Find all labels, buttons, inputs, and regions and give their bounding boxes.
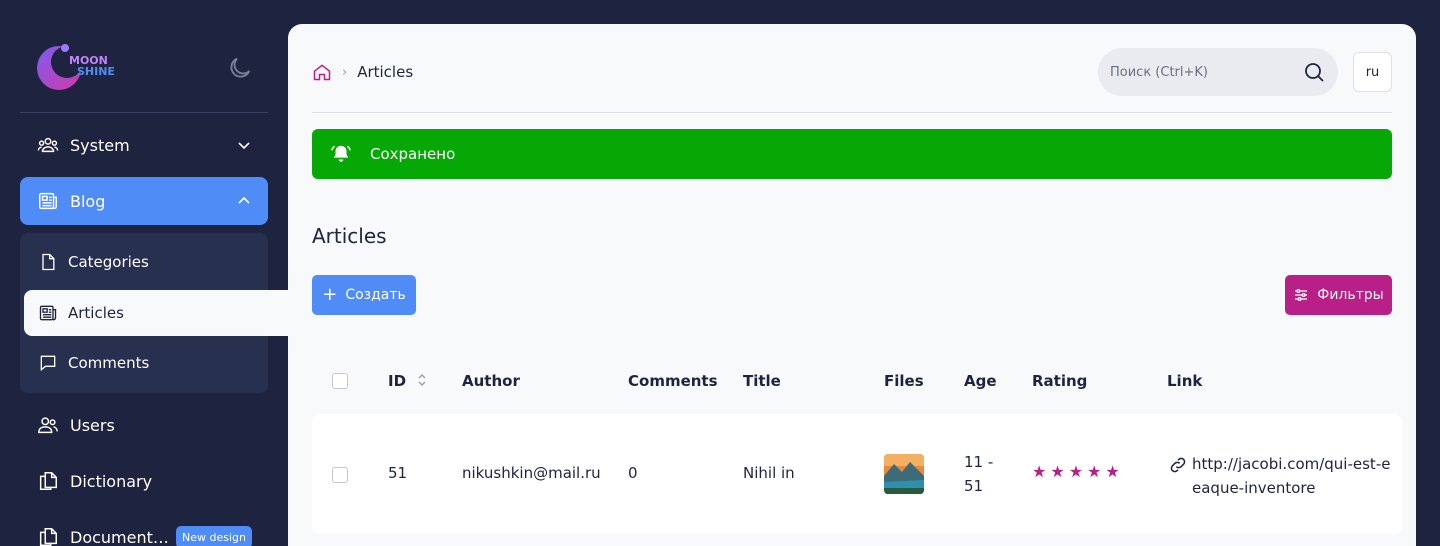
- sidebar-subitem-label: Categories: [68, 253, 149, 271]
- filters-button-label: Фильтры: [1317, 287, 1384, 303]
- sidebar-divider: [20, 112, 268, 113]
- document-icon: [38, 252, 58, 272]
- sidebar-subitem-categories[interactable]: Categories: [20, 239, 268, 285]
- sidebar-subitem-label: Comments: [68, 354, 150, 372]
- select-all-checkbox[interactable]: [332, 373, 348, 389]
- sidebar-item-dictionary[interactable]: Dictionary: [20, 457, 268, 505]
- star-icon: ★: [1050, 462, 1065, 481]
- sidebar-item-users[interactable]: Users: [20, 401, 268, 449]
- sidebar-item-label: Dictionary: [70, 471, 153, 491]
- home-icon[interactable]: [312, 62, 332, 82]
- sidebar-subitem-comments[interactable]: Comments: [20, 340, 268, 386]
- column-header-rating: Rating: [1032, 372, 1088, 390]
- header-divider: [312, 112, 1392, 113]
- star-icon: ★: [1087, 462, 1102, 481]
- create-button[interactable]: + Создать: [312, 275, 416, 315]
- svg-text:SHINE: SHINE: [77, 65, 115, 78]
- documents-icon: [36, 469, 60, 493]
- cell-link[interactable]: http://jacobi.com/qui-est-e eaque-invent…: [1168, 452, 1408, 500]
- column-header-author: Author: [462, 372, 520, 390]
- success-toast: Сохранено: [312, 129, 1392, 179]
- sort-icon[interactable]: [417, 373, 427, 387]
- sidebar-subitem-articles[interactable]: Articles: [24, 290, 288, 336]
- table-header: ID Author Comments Title Files Age Ratin…: [312, 360, 1402, 400]
- main-panel: › Articles ru Сохранено Articles + Созда…: [288, 24, 1416, 546]
- breadcrumb-current: Articles: [357, 63, 414, 81]
- column-header-id[interactable]: ID: [388, 372, 427, 390]
- search-icon[interactable]: [1302, 60, 1326, 84]
- sliders-icon: [1295, 289, 1308, 301]
- page-title: Articles: [312, 224, 387, 248]
- column-header-comments: Comments: [628, 372, 718, 390]
- star-icon: ★: [1032, 462, 1047, 481]
- create-button-label: Создать: [345, 287, 406, 303]
- plus-icon: +: [322, 284, 338, 305]
- filters-button[interactable]: Фильтры: [1285, 275, 1392, 315]
- documents-icon: [36, 525, 60, 546]
- row-checkbox[interactable]: [332, 467, 348, 483]
- cell-id: 51: [388, 464, 408, 482]
- link-icon: [1168, 455, 1188, 475]
- table-row[interactable]: 51 nikushkin@mail.ru 0 Nihil in 11 - 51 …: [312, 414, 1402, 534]
- sidebar-subitem-label: Articles: [68, 304, 124, 322]
- cell-title: Nihil in: [743, 464, 795, 482]
- sidebar-item-label: Blog: [70, 191, 106, 211]
- moonshine-logo[interactable]: MOON SHINE: [35, 40, 130, 98]
- language-selector[interactable]: ru: [1353, 52, 1392, 92]
- column-header-title: Title: [743, 372, 781, 390]
- sidebar-item-system[interactable]: System: [20, 121, 268, 169]
- search-input[interactable]: [1110, 64, 1302, 80]
- column-header-age: Age: [964, 372, 997, 390]
- new-design-badge: New design: [176, 526, 252, 546]
- column-header-files: Files: [884, 372, 924, 390]
- breadcrumb-separator-icon: ›: [342, 64, 348, 80]
- newspaper-icon: [36, 189, 60, 213]
- chat-icon: [38, 353, 58, 373]
- column-header-link: Link: [1167, 372, 1203, 390]
- sidebar-item-blog[interactable]: Blog: [20, 177, 268, 225]
- toast-message: Сохранено: [370, 145, 456, 163]
- file-thumbnail-image[interactable]: [884, 454, 924, 494]
- link-text[interactable]: http://jacobi.com/qui-est-e eaque-invent…: [1192, 452, 1390, 500]
- newspaper-icon: [38, 303, 58, 323]
- sidebar: MOON SHINE System Blog Categories Articl…: [0, 0, 288, 546]
- star-icon: ★: [1068, 462, 1084, 481]
- star-icon: ★: [1105, 462, 1120, 481]
- breadcrumb: › Articles: [312, 62, 413, 82]
- cell-comments: 0: [628, 464, 638, 482]
- rating-stars: ★ ★ ★ ★ ★: [1032, 464, 1124, 480]
- users-icon: [36, 413, 60, 437]
- chevron-down-icon: [236, 137, 252, 153]
- sidebar-item-label: Document…: [70, 527, 169, 546]
- chevron-up-icon: [236, 193, 252, 209]
- bell-icon: [330, 143, 352, 165]
- sidebar-item-label: System: [70, 135, 130, 155]
- cell-age: 11 - 51: [964, 453, 994, 495]
- search-box[interactable]: [1098, 48, 1338, 96]
- sidebar-item-label: Users: [70, 415, 115, 435]
- cell-author: nikushkin@mail.ru: [462, 464, 601, 482]
- users-group-icon: [36, 133, 60, 157]
- moon-icon[interactable]: [226, 54, 254, 82]
